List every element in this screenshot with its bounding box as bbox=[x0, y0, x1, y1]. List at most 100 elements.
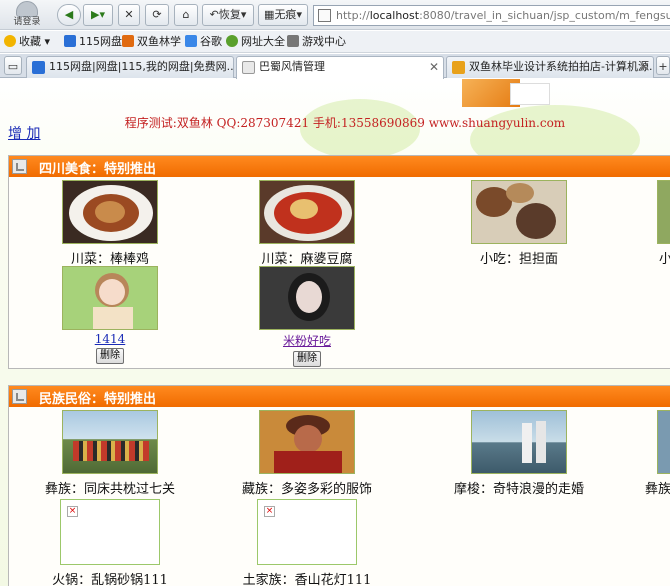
favorite-label: 游戏中心 bbox=[302, 35, 346, 48]
corner-arrow-icon bbox=[12, 389, 27, 404]
tab-label: 双鱼林毕业设计系统拍拍店-计算机源... bbox=[469, 60, 654, 73]
food-image[interactable] bbox=[471, 180, 567, 244]
restore-button[interactable]: ↶恢复▾ bbox=[202, 4, 254, 26]
item-caption: 彝族：同床共枕过七关 bbox=[44, 482, 175, 497]
item-link[interactable]: 米粉好吃 bbox=[227, 332, 387, 349]
broken-image-icon: × bbox=[264, 506, 275, 517]
chevron-down-icon: ▾ bbox=[240, 8, 247, 21]
photo-image[interactable] bbox=[62, 266, 158, 330]
tab-shuangyulin-shop[interactable]: 双鱼林毕业设计系统拍拍店-计算机源... ✕ bbox=[446, 56, 654, 78]
item-caption: 土家族：香山花灯111 bbox=[242, 573, 372, 586]
list-item[interactable]: 川菜：棒棒鸡 bbox=[30, 180, 190, 267]
favorites-menu[interactable]: 收藏 ▾ bbox=[4, 34, 50, 50]
login-label: 请登录 bbox=[13, 17, 41, 27]
delete-button[interactable]: 删除 bbox=[293, 351, 321, 367]
photo-image[interactable] bbox=[259, 266, 355, 330]
login-button[interactable]: 请登录 bbox=[6, 1, 48, 29]
item-caption: 彝族 bbox=[645, 482, 670, 497]
back-button[interactable]: ◀ bbox=[57, 4, 81, 26]
list-item[interactable]: 彝族：同床共枕过七关 bbox=[30, 410, 190, 497]
gamepad-icon bbox=[287, 35, 299, 47]
favorite-shuangyulin[interactable]: 双鱼林学 bbox=[122, 34, 181, 50]
user-avatar-icon bbox=[16, 1, 38, 17]
tab-label: 巴蜀风情管理 bbox=[259, 60, 325, 73]
close-icon: ✕ bbox=[124, 8, 134, 21]
favorite-google[interactable]: 谷歌 bbox=[185, 34, 222, 50]
contact-line: 程序测试:双鱼林 QQ:287307421 手机:13558690869 www… bbox=[124, 116, 566, 130]
forward-button[interactable]: ▶▾ bbox=[83, 4, 113, 26]
favorite-label: 网址大全 bbox=[241, 35, 285, 48]
favorite-label: 双鱼林学 bbox=[137, 35, 181, 48]
plus-icon: + bbox=[658, 60, 668, 73]
google-icon bbox=[185, 35, 197, 47]
item-link[interactable]: 1414 bbox=[30, 332, 190, 346]
list-item[interactable]: 藏族：多姿多彩的服饰 bbox=[227, 410, 387, 497]
list-item[interactable]: 彝族 bbox=[619, 410, 670, 497]
chevron-down-icon: ▾ bbox=[296, 8, 302, 21]
home-icon: ⌂ bbox=[182, 8, 190, 21]
address-prefix: http:// bbox=[336, 9, 370, 22]
section-food: 四川美食：特别推出 川菜：棒棒鸡 川菜：麻婆豆腐 小吃：担担面 小 1414 删… bbox=[8, 155, 670, 369]
favorites-bar: 收藏 ▾ 115网盘 双鱼林学 谷歌 网址大全 游戏中心 bbox=[0, 31, 670, 53]
incognito-icon: ▦ bbox=[264, 8, 275, 21]
section-title: 四川美食：特别推出 bbox=[39, 162, 157, 177]
favorite-label: 115网盘 bbox=[79, 35, 122, 48]
list-item[interactable]: × 火锅：乱锅砂锅111 bbox=[30, 499, 190, 586]
favorite-115[interactable]: 115网盘 bbox=[64, 34, 122, 50]
broken-image[interactable]: × bbox=[60, 499, 160, 565]
section-header: 民族民俗：特别推出 bbox=[9, 386, 670, 407]
page-icon bbox=[242, 61, 255, 74]
photo-image[interactable] bbox=[471, 410, 567, 474]
favorite-url-directory[interactable]: 网址大全 bbox=[226, 34, 285, 50]
tab-list-button[interactable]: ▭ bbox=[4, 56, 22, 75]
globe-icon bbox=[226, 35, 238, 47]
home-button[interactable]: ⌂ bbox=[174, 4, 198, 26]
refresh-button[interactable]: ⟳ bbox=[145, 4, 169, 26]
tab-115[interactable]: 115网盘|网盘|115,我的网盘|免费网... bbox=[26, 56, 234, 78]
115-icon bbox=[64, 35, 76, 47]
list-item[interactable]: 1414 删除 bbox=[30, 266, 190, 364]
undo-icon: ↶ bbox=[209, 8, 219, 21]
tab-bashu-management[interactable]: 巴蜀风情管理 ✕ bbox=[236, 56, 444, 79]
tab-label: 115网盘|网盘|115,我的网盘|免费网... bbox=[49, 60, 234, 73]
favorite-label: 谷歌 bbox=[200, 35, 222, 48]
address-host: localhost bbox=[369, 9, 420, 22]
item-caption: 摩梭：奇特浪漫的走婚 bbox=[453, 482, 584, 497]
photo-image[interactable] bbox=[657, 410, 670, 474]
food-image[interactable] bbox=[657, 180, 670, 244]
star-icon bbox=[4, 35, 16, 47]
photo-image[interactable] bbox=[62, 410, 158, 474]
page-icon bbox=[318, 9, 331, 22]
delete-button[interactable]: 删除 bbox=[96, 348, 124, 364]
restore-label: 恢复 bbox=[218, 8, 241, 21]
shuangyulin-icon bbox=[122, 35, 134, 47]
list-item[interactable]: 小 bbox=[619, 180, 670, 267]
stop-button[interactable]: ✕ bbox=[118, 4, 140, 26]
page-content: 程序测试:双鱼林 QQ:287307421 手机:13558690869 www… bbox=[0, 79, 670, 586]
list-item[interactable]: 米粉好吃 删除 bbox=[227, 266, 387, 367]
incognito-button[interactable]: ▦无痕▾ bbox=[258, 4, 308, 26]
broken-image[interactable]: × bbox=[257, 499, 357, 565]
close-tab-icon[interactable]: ✕ bbox=[429, 57, 439, 77]
browser-toolbar: 请登录 ◀ ▶▾ ✕ ⟳ ⌂ ↶恢复▾ ▦无痕▾ http://localhos… bbox=[0, 0, 670, 30]
favorites-label: 收藏 bbox=[19, 35, 41, 48]
section-header: 四川美食：特别推出 bbox=[9, 156, 670, 177]
item-caption: 藏族：多姿多彩的服饰 bbox=[241, 482, 372, 497]
list-item[interactable]: 摩梭：奇特浪漫的走婚 bbox=[439, 410, 599, 497]
new-tab-button[interactable]: + bbox=[656, 56, 670, 75]
favorite-games[interactable]: 游戏中心 bbox=[287, 34, 346, 50]
section-title: 民族民俗：特别推出 bbox=[39, 392, 157, 407]
item-caption: 小吃：担担面 bbox=[479, 252, 558, 267]
address-path: :8080/travel_in_sichuan/jsp_custom/m_fen… bbox=[419, 9, 670, 22]
list-item[interactable]: × 土家族：香山花灯111 bbox=[227, 499, 387, 586]
close-tab-icon[interactable]: ✕ bbox=[639, 57, 649, 77]
list-item[interactable]: 川菜：麻婆豆腐 bbox=[227, 180, 387, 267]
shop-icon bbox=[452, 61, 465, 74]
address-bar[interactable]: http://localhost:8080/travel_in_sichuan/… bbox=[313, 5, 670, 26]
food-image[interactable] bbox=[62, 180, 158, 244]
food-image[interactable] bbox=[259, 180, 355, 244]
add-link[interactable]: 增 加 bbox=[8, 123, 40, 143]
list-item[interactable]: 小吃：担担面 bbox=[439, 180, 599, 267]
incognito-label: 无痕 bbox=[274, 8, 297, 21]
photo-image[interactable] bbox=[259, 410, 355, 474]
